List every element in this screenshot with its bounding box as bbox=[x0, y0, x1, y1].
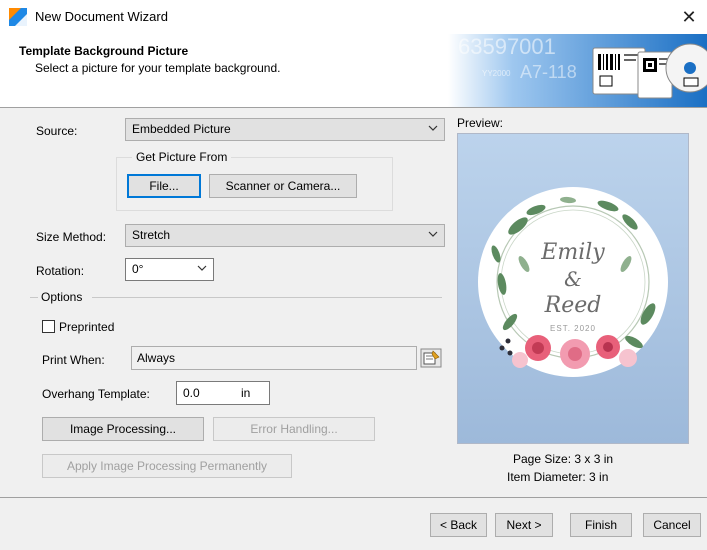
title-bar: New Document Wizard ✕ bbox=[0, 0, 707, 34]
preview-name-1: Emily bbox=[540, 240, 605, 265]
options-group-label: Options bbox=[41, 290, 83, 304]
cancel-button[interactable]: Cancel bbox=[643, 513, 701, 537]
print-when-field[interactable]: Always bbox=[131, 346, 417, 370]
preview-label: Preview: bbox=[457, 116, 504, 130]
file-button[interactable]: File... bbox=[127, 174, 201, 198]
source-value: Embedded Picture bbox=[132, 122, 231, 136]
scanner-camera-button[interactable]: Scanner or Camera... bbox=[209, 174, 357, 198]
size-method-label: Size Method: bbox=[36, 230, 107, 244]
get-picture-group-label: Get Picture From bbox=[132, 150, 232, 164]
next-button[interactable]: Next > bbox=[495, 513, 553, 537]
preprinted-checkbox[interactable] bbox=[42, 320, 55, 333]
expression-editor-icon[interactable] bbox=[420, 348, 442, 368]
back-button[interactable]: < Back bbox=[430, 513, 487, 537]
source-label: Source: bbox=[36, 124, 78, 138]
preprinted-label[interactable]: Preprinted bbox=[59, 320, 114, 334]
finish-button[interactable]: Finish bbox=[570, 513, 632, 537]
banner-number: 63597001 bbox=[458, 34, 556, 59]
wedding-label-preview: Emily & Reed EST. 2020 bbox=[478, 187, 668, 377]
window-title: New Document Wizard bbox=[35, 9, 168, 24]
barcode-label-icon bbox=[592, 47, 646, 95]
options-separator bbox=[92, 297, 442, 298]
preview-name-2: Reed bbox=[544, 293, 602, 318]
app-logo-icon bbox=[9, 8, 27, 26]
rotation-value: 0° bbox=[132, 262, 144, 276]
preview-ampersand: & bbox=[564, 267, 582, 291]
chevron-down-icon bbox=[428, 125, 438, 131]
print-when-value: Always bbox=[137, 351, 176, 365]
overhang-value: 0.0 bbox=[183, 386, 200, 400]
rotation-label: Rotation: bbox=[36, 264, 85, 278]
overhang-input[interactable]: 0.0 in bbox=[176, 381, 270, 405]
chevron-down-icon bbox=[428, 231, 438, 237]
preview-est: EST. 2020 bbox=[550, 324, 596, 333]
source-dropdown[interactable]: Embedded Picture bbox=[125, 118, 445, 141]
preview-panel: Emily & Reed EST. 2020 bbox=[457, 133, 689, 444]
item-diameter-text: Item Diameter: 3 in bbox=[507, 470, 609, 484]
close-button[interactable]: ✕ bbox=[677, 6, 701, 28]
options-separator-left bbox=[30, 297, 38, 298]
banner-code: A7-118 bbox=[520, 62, 577, 82]
image-processing-button[interactable]: Image Processing... bbox=[42, 417, 204, 441]
banner-code-small: YY2000 bbox=[482, 69, 511, 78]
wizard-header: Template Background Picture Select a pic… bbox=[0, 34, 707, 108]
chevron-down-icon bbox=[197, 265, 207, 271]
size-method-dropdown[interactable]: Stretch bbox=[125, 224, 445, 247]
overhang-label: Overhang Template: bbox=[42, 387, 150, 401]
footer-divider bbox=[0, 497, 707, 498]
page-title: Template Background Picture bbox=[19, 44, 189, 58]
overhang-unit: in bbox=[241, 386, 251, 400]
page-subtitle: Select a picture for your template backg… bbox=[35, 61, 281, 75]
rotation-dropdown[interactable]: 0° bbox=[125, 258, 214, 281]
apply-image-processing-button[interactable]: Apply Image Processing Permanently bbox=[42, 454, 292, 478]
size-method-value: Stretch bbox=[132, 228, 171, 242]
print-when-label: Print When: bbox=[42, 353, 105, 367]
error-handling-button[interactable]: Error Handling... bbox=[213, 417, 375, 441]
header-banner-image: 63597001 A7-118 YY2000 bbox=[448, 34, 707, 107]
page-size-text: Page Size: 3 x 3 in bbox=[513, 452, 614, 466]
